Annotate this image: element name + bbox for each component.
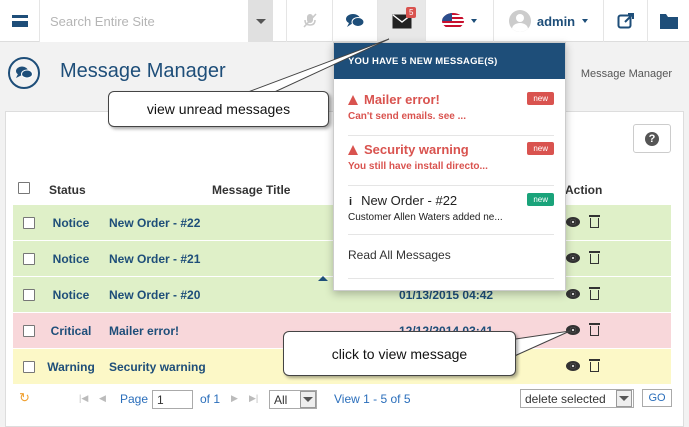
- comments-icon: [8, 57, 40, 89]
- caret-down-icon: [255, 18, 266, 24]
- status-label: Notice: [52, 216, 90, 230]
- status-label: Warning: [47, 360, 95, 374]
- last-page-icon[interactable]: ▶|: [249, 393, 258, 404]
- item-title: Mailer error!: [364, 92, 440, 107]
- user-name: admin: [536, 13, 576, 29]
- messages-button[interactable]: 5: [377, 0, 425, 42]
- message-title[interactable]: Security warning: [109, 360, 206, 374]
- caret-down-icon: [582, 19, 589, 23]
- trash-icon[interactable]: [589, 287, 600, 301]
- row-checkbox[interactable]: [23, 361, 35, 373]
- info-icon: i: [349, 196, 353, 208]
- avatar: [508, 10, 531, 32]
- user-menu[interactable]: admin: [493, 0, 603, 42]
- first-page-icon[interactable]: |◀: [79, 393, 88, 404]
- caret-down-icon: [303, 397, 313, 402]
- dropdown-message-item[interactable]: Security warning You still have install …: [348, 142, 554, 186]
- item-subtitle: Can't send emails. see ...: [348, 111, 466, 122]
- row-checkbox[interactable]: [23, 325, 35, 337]
- go-button[interactable]: GO: [642, 389, 672, 407]
- page-title: Message Manager: [60, 60, 226, 82]
- external-link-icon: [617, 13, 634, 29]
- trash-icon[interactable]: [589, 323, 600, 337]
- eye-icon[interactable]: [566, 253, 580, 263]
- mute-button[interactable]: [286, 0, 332, 42]
- trash-icon[interactable]: [589, 359, 600, 373]
- chat-button[interactable]: [332, 0, 377, 42]
- folder-icon: [659, 13, 678, 29]
- row-checkbox[interactable]: [23, 217, 35, 229]
- column-header-action: Action: [565, 183, 603, 197]
- rows-per-page-value: All: [274, 393, 288, 407]
- trash-icon[interactable]: [589, 215, 600, 229]
- caret-down-icon: [471, 19, 477, 23]
- new-badge: new: [527, 92, 554, 105]
- dropdown-message-item[interactable]: Mailer error! Can't send emails. see ...…: [348, 92, 554, 136]
- language-selector[interactable]: [425, 0, 493, 42]
- callout-view-message: click to view message: [283, 331, 516, 376]
- eye-icon[interactable]: [566, 217, 580, 227]
- question-icon: ?: [645, 131, 659, 146]
- eye-icon[interactable]: [566, 361, 580, 371]
- read-all-messages-link[interactable]: Read All Messages: [348, 245, 554, 279]
- top-navbar: 5 admin: [0, 0, 689, 42]
- bulk-select-caret[interactable]: [616, 390, 632, 407]
- rows-select-caret[interactable]: [300, 391, 316, 408]
- page-count-label: of 1: [200, 392, 221, 406]
- refresh-icon[interactable]: ↻: [19, 390, 30, 406]
- view-range-text: View 1 - 5 of 5: [334, 392, 411, 406]
- new-badge: new: [527, 193, 554, 206]
- row-checkbox[interactable]: [23, 289, 35, 301]
- folder-button[interactable]: [647, 0, 689, 42]
- column-header-status[interactable]: Status: [49, 183, 86, 197]
- bulk-action-value: delete selected: [525, 392, 606, 406]
- messages-count-badge: 5: [406, 7, 417, 18]
- message-title[interactable]: New Order - #22: [109, 216, 200, 230]
- status-label: Notice: [52, 288, 90, 302]
- item-title: New Order - #22: [361, 193, 458, 208]
- warning-icon: [348, 145, 358, 155]
- eye-icon[interactable]: [566, 325, 580, 335]
- menu-toggle-button[interactable]: [0, 0, 40, 42]
- us-flag-icon: [442, 13, 464, 29]
- trash-icon[interactable]: [589, 251, 600, 265]
- callout-unread-messages: view unread messages: [108, 91, 329, 127]
- eye-icon[interactable]: [566, 289, 580, 299]
- item-subtitle: You still have install directo...: [348, 161, 488, 172]
- messages-dropdown: YOU HAVE 5 NEW MESSAGE(S) Mailer error! …: [333, 42, 566, 291]
- new-badge: new: [527, 142, 554, 155]
- caret-down-icon: [619, 396, 629, 401]
- dropdown-message-item[interactable]: i New Order - #22 Customer Allen Waters a…: [348, 193, 554, 235]
- comments-icon: [346, 14, 365, 27]
- message-title[interactable]: New Order - #21: [109, 252, 200, 266]
- page-label: Page: [120, 392, 149, 406]
- prev-page-icon[interactable]: ◀: [99, 393, 106, 404]
- search-dropdown-button[interactable]: [248, 0, 273, 42]
- status-label: Critical: [50, 324, 92, 338]
- page-number-input[interactable]: 1: [152, 390, 193, 409]
- help-button[interactable]: ?: [633, 124, 671, 153]
- breadcrumb[interactable]: Message Manager: [581, 68, 672, 80]
- message-title[interactable]: Mailer error!: [109, 324, 179, 338]
- row-checkbox[interactable]: [23, 253, 35, 265]
- dropdown-header: YOU HAVE 5 NEW MESSAGE(S): [334, 43, 565, 79]
- external-link-button[interactable]: [603, 0, 647, 42]
- column-header-title[interactable]: Message Title: [212, 183, 290, 197]
- pager: ↻ |◀ ◀ Page 1 of 1 ▶ ▶| All View 1 - 5 o…: [13, 388, 672, 412]
- hamburger-icon: [11, 15, 28, 27]
- item-subtitle: Customer Allen Waters added ne...: [348, 212, 503, 223]
- item-title: Security warning: [364, 142, 469, 157]
- search-input[interactable]: [40, 0, 248, 42]
- next-page-icon[interactable]: ▶: [231, 393, 238, 404]
- status-label: Notice: [52, 252, 90, 266]
- microphone-slash-icon: [302, 13, 317, 28]
- select-all-checkbox[interactable]: [18, 182, 30, 194]
- message-title[interactable]: New Order - #20: [109, 288, 200, 302]
- warning-icon: [348, 95, 358, 105]
